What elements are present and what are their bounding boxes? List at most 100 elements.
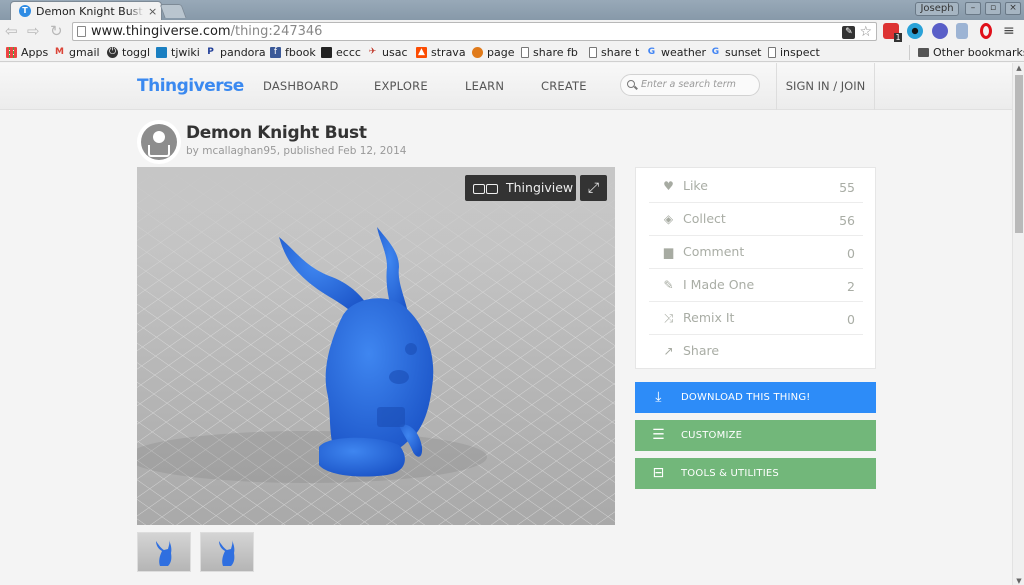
nav-dashboard[interactable]: DASHBOARD [263, 79, 339, 93]
made-one-action[interactable]: ✎ I Made One 2 [649, 269, 863, 302]
thing-byline: by mcallaghan95, published Feb 12, 2014 [186, 145, 407, 157]
thumbnail-2[interactable] [200, 532, 254, 572]
eye-extension-icon[interactable] [907, 23, 923, 39]
download-button[interactable]: ⤓ DOWNLOAD THIS THING! [635, 382, 876, 413]
reload-icon[interactable]: ↻ [50, 23, 63, 40]
profile-button[interactable]: Joseph [915, 2, 959, 16]
page-content: Thingiverse DASHBOARD EXPLORE LEARN CREA… [0, 63, 1012, 585]
globe-extension-icon[interactable] [932, 23, 948, 39]
action-label: Collect [683, 211, 726, 226]
action-label: I Made One [683, 277, 755, 292]
like-action[interactable]: ♥ Like 55 [649, 170, 863, 203]
pandora-icon: P [207, 47, 214, 57]
minimize-button[interactable]: – [965, 2, 981, 15]
other-bookmarks[interactable]: Other bookmarks [918, 46, 1024, 59]
search-icon [627, 80, 635, 88]
model-render [137, 167, 615, 525]
scroll-thumb[interactable] [1015, 75, 1023, 233]
bookmark-gmail[interactable]: Mgmail [54, 46, 100, 59]
url-path: /thing:247346 [230, 24, 323, 39]
share-action[interactable]: ↗ Share [649, 335, 863, 368]
bookmark-pandora[interactable]: Ppandora [205, 46, 265, 59]
nav-explore[interactable]: EXPLORE [374, 79, 428, 93]
nav-create[interactable]: CREATE [541, 79, 587, 93]
bookmark-share-t[interactable]: share t [589, 46, 639, 59]
like-count: 55 [839, 180, 855, 195]
browser-toolbar: ⇦ ⇨ ↻ www.thingiverse.com/thing:247346 ✎… [0, 20, 1024, 43]
tools-utilities-button[interactable]: ⊟ TOOLS & UTILITIES [635, 458, 876, 489]
bookmark-weather[interactable]: Gweather [646, 46, 706, 59]
book-extension-icon[interactable] [956, 23, 968, 39]
eccc-icon [321, 47, 332, 58]
sliders-icon: ☰ [652, 427, 665, 443]
usac-icon: ✈ [368, 47, 377, 57]
thingiverse-logo[interactable]: Thingiverse [137, 76, 244, 96]
bookmark-eccc[interactable]: eccc [321, 46, 361, 59]
folder-icon [918, 48, 929, 57]
3d-glasses-icon [473, 184, 499, 194]
back-arrow-icon[interactable]: ⇦ [5, 23, 18, 40]
page-icon [472, 47, 483, 58]
download-icon: ⤓ [655, 389, 662, 405]
forward-arrow-icon[interactable]: ⇨ [27, 23, 40, 40]
bookmark-apps[interactable]: Apps [6, 46, 48, 59]
scroll-down-arrow-icon[interactable]: ▼ [1015, 577, 1023, 585]
document-icon [768, 47, 776, 58]
share-icon: ↗ [663, 344, 674, 358]
lastpass-extension-icon[interactable]: 1 [883, 23, 902, 42]
bookmark-usac[interactable]: ✈ usac [367, 46, 408, 59]
opera-extension-icon[interactable] [980, 23, 992, 39]
customize-button[interactable]: ☰ CUSTOMIZE [635, 420, 876, 451]
thing-actions-panel: ♥ Like 55 ◈ Collect 56 ▆ Comment 0 ✎ I M… [635, 167, 876, 369]
heart-icon: ♥ [663, 179, 674, 193]
action-label: Comment [683, 244, 745, 259]
bookmark-fbook[interactable]: f fbook [270, 46, 316, 59]
bookmark-strava[interactable]: ▲ strava [416, 46, 466, 59]
bookmark-page[interactable]: page [472, 46, 514, 59]
site-header: Thingiverse DASHBOARD EXPLORE LEARN CREA… [0, 63, 1012, 110]
action-label: Remix It [683, 310, 735, 325]
thumbnail-1[interactable] [137, 532, 191, 572]
avatar[interactable] [137, 120, 181, 164]
comment-action[interactable]: ▆ Comment 0 [649, 236, 863, 269]
bookmark-tjwiki[interactable]: tjwiki [156, 46, 200, 59]
address-bar[interactable]: www.thingiverse.com/thing:247346 ✎ ☆ [72, 22, 877, 41]
page-title: Demon Knight Bust [186, 123, 367, 143]
download-label: DOWNLOAD THIS THING! [681, 392, 811, 403]
bookmarks-divider [909, 45, 910, 60]
bookmark-toggl[interactable]: ⏻ toggl [107, 46, 150, 59]
thumbnail-model-icon [156, 540, 172, 566]
pen-extension-icon[interactable]: ✎ [842, 25, 856, 39]
model-viewer[interactable]: Thingiview ⤢ [137, 167, 615, 525]
thingiverse-favicon-icon: T [19, 5, 31, 17]
fullscreen-button[interactable]: ⤢ [580, 175, 607, 201]
browser-tab[interactable]: T Demon Knight Bust by mcallaghan95 × [10, 1, 162, 20]
facebook-icon: f [270, 47, 281, 58]
edit-icon: ✎ [663, 278, 674, 292]
nav-learn[interactable]: LEARN [465, 79, 504, 93]
apps-grid-icon [6, 47, 17, 58]
gmail-icon: M [55, 47, 64, 57]
url-host: www.thingiverse.com [91, 24, 231, 39]
chrome-menu-icon[interactable]: ≡ [1003, 23, 1015, 39]
remix-count: 0 [847, 312, 855, 327]
shuffle-icon: ⤨ [663, 311, 674, 325]
thingiview-button[interactable]: Thingiview [465, 175, 576, 201]
search-input[interactable]: Enter a search term [620, 74, 760, 96]
collect-action[interactable]: ◈ Collect 56 [649, 203, 863, 236]
maximize-button[interactable]: ▫ [985, 2, 1001, 15]
close-window-button[interactable]: × [1005, 2, 1021, 15]
search-placeholder: Enter a search term [641, 79, 736, 90]
sign-in-join-button[interactable]: SIGN IN / JOIN [776, 63, 875, 110]
tab-close-icon[interactable]: × [148, 5, 157, 18]
fullscreen-icon: ⤢ [587, 180, 600, 196]
remix-action[interactable]: ⤨ Remix It 0 [649, 302, 863, 335]
scroll-up-arrow-icon[interactable]: ▲ [1015, 64, 1023, 72]
comment-icon: ▆ [663, 245, 674, 259]
page-scrollbar[interactable]: ▲ ▼ [1012, 63, 1024, 585]
new-tab-button[interactable] [159, 4, 187, 18]
bookmark-star-icon[interactable]: ☆ [859, 25, 872, 39]
bookmark-share-fb[interactable]: share fb [521, 46, 578, 59]
bookmark-inspect[interactable]: inspect [768, 46, 820, 59]
bookmark-sunset[interactable]: Gsunset [710, 46, 762, 59]
